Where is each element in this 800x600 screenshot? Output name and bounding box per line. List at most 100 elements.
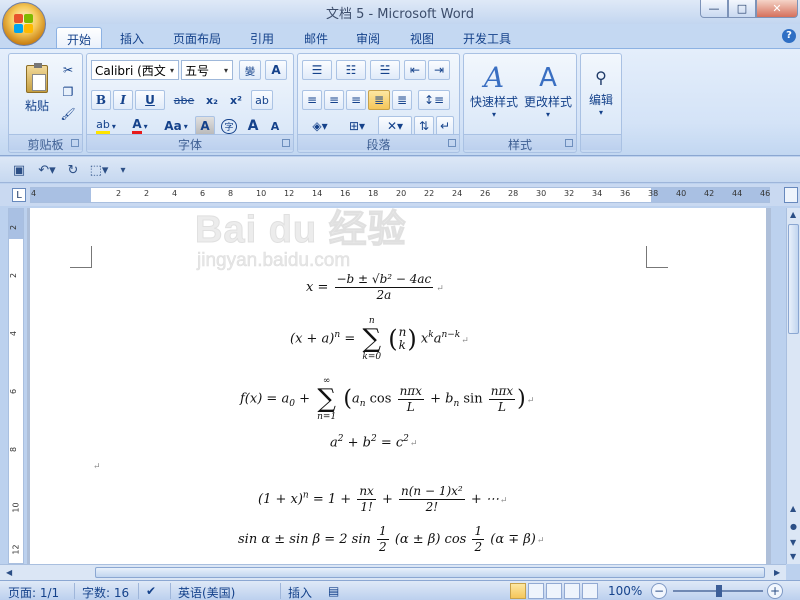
tab-page-layout[interactable]: 页面布局 (166, 27, 228, 48)
sort-icon[interactable]: ⇅ (414, 116, 434, 136)
language-indicator[interactable]: 英语(美国) (178, 584, 235, 600)
subscript-button[interactable]: x₂ (201, 90, 223, 110)
close-button[interactable]: ✕ (756, 0, 798, 18)
line-spacing-icon[interactable]: ↕≡ (418, 90, 450, 110)
superscript-button[interactable]: x² (225, 90, 247, 110)
redo-icon[interactable]: ↻ (64, 161, 82, 179)
equation-pythagorean[interactable]: a2 + b2 = c2↵ (330, 434, 417, 450)
bullets-icon[interactable]: ☰ (302, 60, 332, 80)
vertical-scrollbar[interactable]: ▲ ▲ ● ▼ ▼ (786, 208, 800, 564)
multilevel-list-icon[interactable]: ☱ (370, 60, 400, 80)
pointer-icon[interactable]: ⬚▾ (86, 161, 112, 179)
zoom-out-button[interactable]: − (651, 583, 667, 599)
borders-icon[interactable]: ⊞▾ (340, 116, 374, 136)
cut-icon[interactable]: ✂ (59, 60, 77, 80)
shrink-font-button[interactable]: A (265, 116, 285, 136)
help-icon[interactable]: ? (782, 29, 796, 43)
change-styles-button[interactable]: A 更改样式 ▾ (522, 58, 574, 124)
text-effects-button[interactable]: ab (251, 90, 273, 110)
save-icon[interactable]: ▣ (10, 161, 28, 179)
font-size-select[interactable]: 五号 ▾ (181, 60, 233, 80)
proofing-icon[interactable]: ✔ (146, 584, 156, 598)
font-launcher-icon[interactable] (282, 139, 290, 147)
web-layout-view-icon[interactable] (546, 583, 562, 599)
font-color-button[interactable]: A ▾ (125, 116, 155, 136)
styles-launcher-icon[interactable] (565, 139, 573, 147)
customize-toolbar-icon[interactable]: ▾ (114, 161, 132, 179)
equation-fourier[interactable]: f(x) = a0 + ∞ ∑ n=1 (an cos nπx L + bn si… (240, 376, 534, 422)
tab-selector[interactable]: L (12, 188, 26, 202)
character-shading-button[interactable]: A (195, 116, 215, 136)
scroll-down-icon[interactable]: ▼ (790, 552, 796, 561)
underline-button[interactable]: U (135, 90, 165, 110)
empty-paragraph[interactable]: ↵ (92, 458, 101, 473)
equation-sum-to-product[interactable]: sin α ± sin β = 2 sin 12 (α ± β) cos 12 … (238, 524, 544, 555)
tab-view[interactable]: 视图 (402, 27, 442, 48)
insert-mode[interactable]: 插入 (288, 584, 312, 600)
italic-button[interactable]: I (113, 90, 133, 110)
scroll-right-icon[interactable]: ▶ (774, 568, 780, 577)
paste-button[interactable]: 粘贴 (17, 58, 57, 120)
clipboard-launcher-icon[interactable] (71, 139, 79, 147)
document-page[interactable]: x = −b ± √b² − 4ac 2a ↵ (x + a)n = n ∑ k… (30, 208, 766, 564)
full-screen-reading-icon[interactable] (528, 583, 544, 599)
show-marks-icon[interactable]: ↵ (436, 116, 454, 136)
chinese-layout-icon[interactable]: ✕▾ (378, 116, 412, 136)
scroll-left-icon[interactable]: ◀ (6, 568, 12, 577)
equation-quadratic[interactable]: x = −b ± √b² − 4ac 2a ↵ (306, 272, 444, 303)
zoom-slider-thumb[interactable] (716, 585, 722, 597)
horizontal-ruler[interactable]: 4 2 2 4 6 8 10 12 14 16 18 20 22 24 26 28 30 32 34 36 38 40 42… (30, 187, 798, 203)
align-center-icon[interactable]: ≡ (324, 90, 344, 110)
increase-indent-icon[interactable]: ⇥ (428, 60, 450, 80)
undo-icon[interactable]: ↶▾ (34, 161, 60, 179)
print-layout-view-icon[interactable] (510, 583, 526, 599)
equation-binomial-series[interactable]: (1 + x)n = 1 + nx 1! + n(n − 1)x² 2! + ⋯↵ (258, 484, 507, 515)
scroll-down-page-icon[interactable]: ▼ (790, 538, 796, 547)
horizontal-scrollbar[interactable]: ◀ ▶ (0, 564, 786, 580)
browse-object-icon[interactable]: ● (790, 522, 797, 531)
copy-icon[interactable]: ❐ (59, 82, 77, 102)
clear-format-button[interactable]: A (265, 60, 287, 80)
font-name-select[interactable]: Calibri (西文 ▾ (91, 60, 179, 80)
tab-mailings[interactable]: 邮件 (296, 27, 336, 48)
editing-button[interactable]: ⚲ 编辑 ▾ (583, 58, 619, 124)
paragraph-launcher-icon[interactable] (448, 139, 456, 147)
equation-binomial[interactable]: (x + a)n = n ∑ k=0 (n k) xkan−k↵ (290, 316, 469, 362)
tab-review[interactable]: 审阅 (348, 27, 388, 48)
decrease-indent-icon[interactable]: ⇤ (404, 60, 426, 80)
grow-font-button[interactable]: A (243, 116, 263, 136)
numbering-icon[interactable]: ☷ (336, 60, 366, 80)
bold-button[interactable]: B (91, 90, 111, 110)
draft-view-icon[interactable] (582, 583, 598, 599)
tab-references[interactable]: 引用 (242, 27, 282, 48)
tab-insert[interactable]: 插入 (112, 27, 152, 48)
distributed-icon[interactable]: ≣ (392, 90, 412, 110)
vertical-scroll-thumb[interactable] (788, 224, 799, 334)
word-count[interactable]: 字数: 16 (82, 584, 129, 600)
align-left-icon[interactable]: ≡ (302, 90, 322, 110)
scroll-up-icon[interactable]: ▲ (790, 210, 796, 219)
highlight-color-button[interactable]: ab ▾ (91, 116, 121, 136)
vertical-ruler[interactable]: 2 2 4 6 8 10 12 (8, 208, 24, 564)
zoom-level[interactable]: 100% (608, 584, 642, 598)
zoom-in-button[interactable]: + (767, 583, 783, 599)
change-case-button[interactable]: Aa ▾ (159, 116, 193, 136)
horizontal-scroll-thumb[interactable] (95, 567, 765, 578)
justify-icon[interactable]: ≣ (368, 90, 390, 110)
tab-developer[interactable]: 开发工具 (456, 27, 518, 48)
minimize-button[interactable]: — (700, 0, 728, 18)
align-right-icon[interactable]: ≡ (346, 90, 366, 110)
office-button[interactable] (2, 2, 46, 46)
phonetic-guide-button[interactable]: 變 (239, 60, 261, 80)
outline-view-icon[interactable] (564, 583, 580, 599)
strikethrough-button[interactable]: abe (169, 90, 199, 110)
scroll-up-page-icon[interactable]: ▲ (790, 504, 796, 513)
shading-icon[interactable]: ◈▾ (302, 116, 338, 136)
macro-record-icon[interactable]: ▤ (328, 584, 339, 598)
quick-styles-button[interactable]: A 快速样式 ▾ (468, 58, 520, 124)
page-count[interactable]: 页面: 1/1 (8, 584, 59, 600)
maximize-button[interactable]: □ (728, 0, 756, 18)
view-ruler-icon[interactable] (784, 187, 798, 203)
enclose-characters-button[interactable]: 字 (219, 116, 239, 136)
format-painter-icon[interactable]: 🖌 (59, 104, 77, 124)
